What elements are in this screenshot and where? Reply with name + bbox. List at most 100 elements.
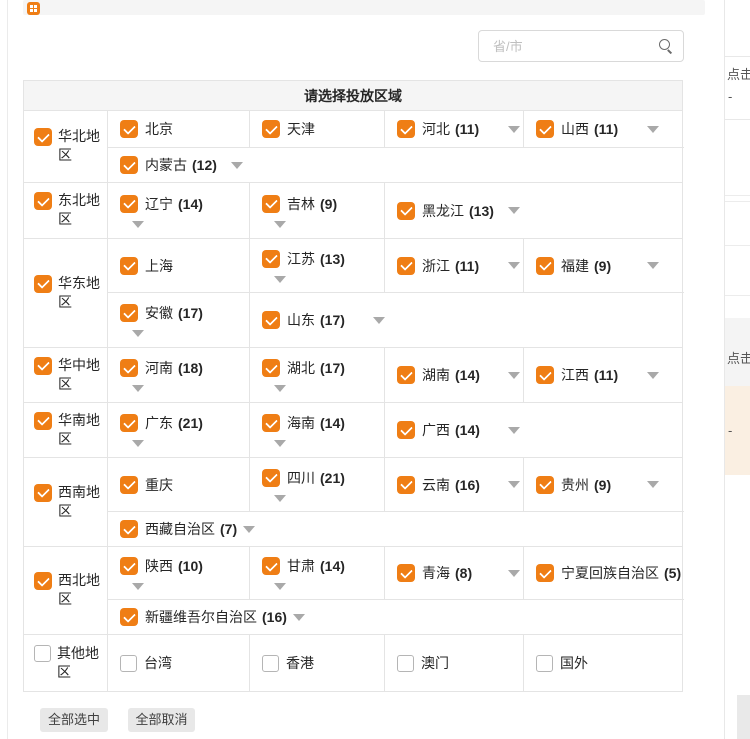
expand-arrow-icon[interactable] [274, 440, 286, 447]
province-checkbox-checked[interactable] [120, 414, 138, 432]
province-checkbox-checked[interactable] [120, 304, 138, 322]
expand-arrow-icon[interactable] [647, 262, 659, 269]
region-label: 西南地区 [58, 483, 106, 521]
province-checkbox-checked[interactable] [536, 564, 554, 582]
province-checkbox-checked[interactable] [120, 476, 138, 494]
province-checkbox-checked[interactable] [262, 311, 280, 329]
province-checkbox-checked[interactable] [120, 520, 138, 538]
expand-arrow-icon[interactable] [373, 317, 385, 324]
province-checkbox-checked[interactable] [262, 557, 280, 575]
province-cell: 甘肃(14) [250, 547, 385, 599]
region-checkbox-checked[interactable] [34, 192, 52, 210]
province-checkbox-checked[interactable] [120, 359, 138, 377]
province-cell: 北京 [108, 111, 250, 147]
region-cell: 华东地区 [24, 239, 108, 347]
province-checkbox-unchecked[interactable] [120, 655, 137, 672]
province-label: 江苏 [287, 249, 315, 269]
province-count: (14) [178, 196, 203, 212]
province-count: (10) [178, 558, 203, 574]
province-label: 黑龙江 [422, 201, 464, 221]
search-icon[interactable] [659, 39, 670, 50]
expand-arrow-icon[interactable] [647, 372, 659, 379]
province-label: 宁夏回族自治区 [561, 563, 659, 583]
region-row: 西北地区陕西(10)甘肃(14)青海(8)宁夏回族自治区(5)新疆维吾尔自治区(… [24, 547, 682, 635]
province-label: 广东 [145, 413, 173, 433]
expand-arrow-icon[interactable] [274, 495, 286, 502]
region-checkbox-checked[interactable] [34, 412, 52, 430]
province-checkbox-checked[interactable] [120, 120, 138, 138]
expand-arrow-icon[interactable] [132, 330, 144, 337]
region-label: 其他地区 [57, 644, 105, 682]
province-checkbox-checked[interactable] [397, 366, 415, 384]
expand-arrow-icon[interactable] [508, 481, 520, 488]
region-checkbox-checked[interactable] [34, 484, 52, 502]
side-panel-highlight: - [725, 386, 750, 475]
province-checkbox-checked[interactable] [120, 257, 138, 275]
cancel-all-button[interactable]: 全部取消 [128, 708, 195, 732]
province-checkbox-checked[interactable] [536, 366, 554, 384]
expand-arrow-icon[interactable] [508, 207, 520, 214]
scrollbar-corner[interactable] [737, 695, 750, 739]
province-checkbox-checked[interactable] [262, 195, 280, 213]
expand-arrow-icon[interactable] [132, 440, 144, 447]
province-checkbox-checked[interactable] [536, 476, 554, 494]
province-checkbox-checked[interactable] [397, 421, 415, 439]
expand-arrow-icon[interactable] [274, 221, 286, 228]
expand-arrow-icon[interactable] [132, 221, 144, 228]
province-checkbox-unchecked[interactable] [536, 655, 553, 672]
province-cell: 贵州(9) [524, 458, 684, 511]
province-checkbox-checked[interactable] [397, 476, 415, 494]
province-checkbox-checked[interactable] [397, 564, 415, 582]
province-cell: 黑龙江(13) [385, 183, 684, 238]
expand-arrow-icon[interactable] [508, 262, 520, 269]
expand-arrow-icon[interactable] [508, 126, 520, 133]
expand-arrow-icon[interactable] [274, 385, 286, 392]
province-checkbox-checked[interactable] [262, 469, 280, 487]
region-checkbox-unchecked[interactable] [34, 645, 51, 662]
expand-arrow-icon[interactable] [508, 372, 520, 379]
region-label: 华北地区 [58, 127, 106, 165]
province-checkbox-checked[interactable] [262, 120, 280, 138]
region-checkbox-checked[interactable] [34, 128, 52, 146]
expand-arrow-icon[interactable] [274, 276, 286, 283]
province-checkbox-unchecked[interactable] [397, 655, 414, 672]
expand-arrow-icon[interactable] [243, 526, 255, 533]
province-checkbox-checked[interactable] [120, 557, 138, 575]
province-checkbox-checked[interactable] [536, 257, 554, 275]
province-cell: 广西(14) [385, 403, 684, 457]
province-count: (11) [594, 367, 618, 383]
expand-arrow-icon[interactable] [274, 583, 286, 590]
province-checkbox-checked[interactable] [262, 414, 280, 432]
province-checkbox-checked[interactable] [262, 359, 280, 377]
side-divider [725, 295, 750, 296]
province-cell: 河南(18) [108, 348, 250, 402]
province-checkbox-checked[interactable] [262, 250, 280, 268]
region-checkbox-checked[interactable] [34, 275, 52, 293]
expand-arrow-icon[interactable] [508, 427, 520, 434]
drag-grid-icon[interactable] [27, 2, 40, 15]
province-checkbox-checked[interactable] [536, 120, 554, 138]
province-checkbox-checked[interactable] [397, 120, 415, 138]
province-checkbox-unchecked[interactable] [262, 655, 279, 672]
province-label: 河南 [145, 358, 173, 378]
search-input[interactable] [478, 30, 684, 62]
province-cell: 浙江(11) [385, 239, 524, 292]
select-all-button[interactable]: 全部选中 [40, 708, 108, 732]
region-checkbox-checked[interactable] [34, 572, 52, 590]
expand-arrow-icon[interactable] [231, 162, 243, 169]
province-checkbox-checked[interactable] [120, 195, 138, 213]
province-checkbox-checked[interactable] [120, 608, 138, 626]
expand-arrow-icon[interactable] [132, 583, 144, 590]
province-checkbox-checked[interactable] [397, 202, 415, 220]
expand-arrow-icon[interactable] [508, 570, 520, 577]
expand-arrow-icon[interactable] [293, 614, 305, 621]
side-panel-label: 点击 [725, 57, 750, 83]
expand-arrow-icon[interactable] [132, 385, 144, 392]
expand-arrow-icon[interactable] [647, 481, 659, 488]
region-checkbox-checked[interactable] [34, 357, 52, 375]
province-cell: 吉林(9) [250, 183, 385, 238]
expand-arrow-icon[interactable] [647, 126, 659, 133]
province-checkbox-checked[interactable] [120, 156, 138, 174]
province-count: (16) [455, 477, 480, 493]
province-checkbox-checked[interactable] [397, 257, 415, 275]
